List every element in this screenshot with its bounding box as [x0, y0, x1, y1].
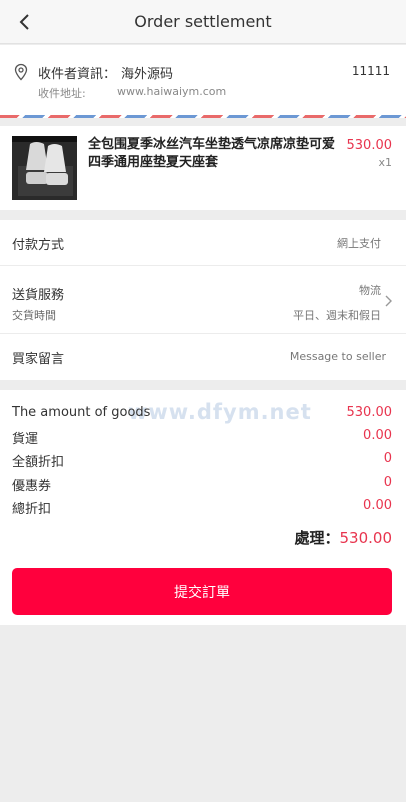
- top-bar: Order settlement: [0, 0, 406, 44]
- delivery-service-label: 送貨服務: [12, 288, 65, 303]
- page-title: Order settlement: [134, 12, 272, 31]
- submit-order-button[interactable]: 提交訂單: [12, 568, 392, 615]
- summary-row-total-discount: 總折扣 0.00: [12, 498, 392, 518]
- recipient-label: 收件者資訊：: [38, 67, 117, 82]
- order-total: 處理：530.00: [294, 527, 392, 548]
- goods-amount-label: The amount of goods: [12, 405, 151, 420]
- airmail-border: [0, 115, 406, 118]
- shipping-label: 貨運: [12, 432, 39, 447]
- address-text: www.haiwaiym.com: [117, 85, 227, 98]
- delivery-service-value: 物流: [359, 284, 381, 297]
- chevron-right-icon: [385, 295, 392, 307]
- full-discount-label: 全額折扣: [12, 455, 65, 470]
- coupon-value: 0: [383, 475, 392, 490]
- recipient-name: 海外源码: [121, 67, 174, 82]
- product-price: 530.00: [346, 138, 393, 153]
- location-pin-icon: [14, 63, 28, 81]
- address-label: 收件地址:: [38, 87, 86, 100]
- payment-method-label: 付款方式: [12, 238, 65, 253]
- product-image: [12, 136, 77, 200]
- order-options: 付款方式 網上支付 送貨服務 物流 交貨時間 平日、週末和假日 買家留言: [0, 220, 406, 380]
- product-item[interactable]: 全包围夏季冰丝汽车坐垫透气凉席凉垫可爱四季通用座垫夏天座套 530.00 x1: [0, 126, 406, 210]
- payment-method-row[interactable]: 付款方式 網上支付: [0, 220, 406, 266]
- address-card[interactable]: 收件者資訊： 海外源码 11111 收件地址: www.haiwaiym.com: [0, 45, 406, 118]
- delivery-service-row[interactable]: 送貨服務 物流 交貨時間 平日、週末和假日: [0, 266, 406, 334]
- buyer-message-label: 買家留言: [12, 352, 65, 367]
- summary-row-coupon: 優惠券 0: [12, 475, 392, 495]
- shipping-value: 0.00: [363, 428, 392, 443]
- delivery-time-label: 交貨時間: [12, 309, 56, 322]
- total-discount-label: 總折扣: [12, 502, 52, 517]
- full-discount-value: 0: [383, 451, 392, 466]
- delivery-time-value: 平日、週末和假日: [293, 309, 381, 322]
- goods-amount-value: 530.00: [346, 405, 393, 420]
- payment-method-value: 網上支付: [337, 237, 381, 250]
- summary-row-full-discount: 全額折扣 0: [12, 451, 392, 471]
- summary-row-shipping: 貨運 0.00: [12, 428, 392, 448]
- product-quantity: x1: [378, 156, 392, 169]
- buyer-message-input[interactable]: [206, 345, 386, 367]
- buyer-message-row: 買家留言: [0, 334, 406, 380]
- coupon-label: 優惠券: [12, 479, 52, 494]
- order-summary: www.dfym.net The amount of goods 530.00 …: [0, 390, 406, 625]
- total-value: 530.00: [339, 529, 393, 547]
- recipient-phone: 11111: [351, 64, 390, 78]
- product-title: 全包围夏季冰丝汽车坐垫透气凉席凉垫可爱四季通用座垫夏天座套: [88, 137, 336, 170]
- total-label: 處理：: [294, 529, 340, 547]
- summary-row-goods: The amount of goods 530.00: [12, 405, 392, 425]
- total-discount-value: 0.00: [363, 498, 392, 513]
- car-seat-image: [12, 136, 77, 200]
